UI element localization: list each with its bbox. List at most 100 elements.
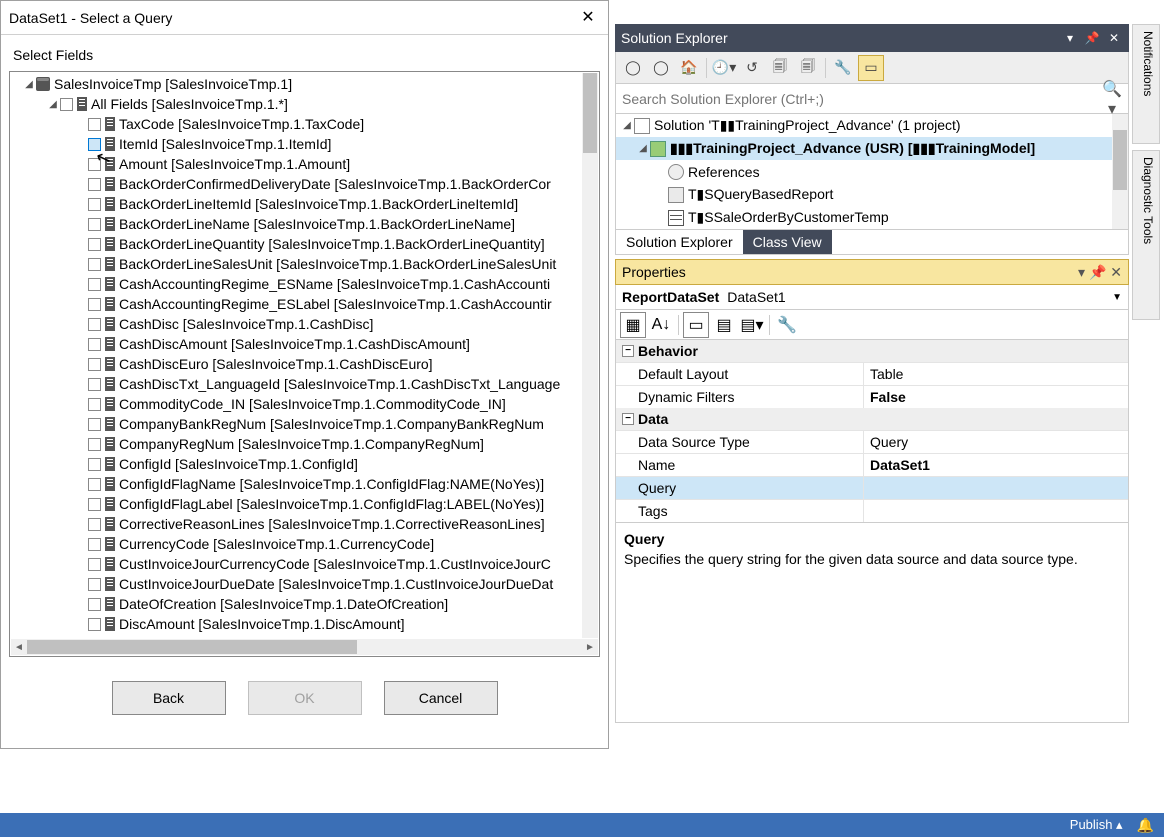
- field-checkbox[interactable]: [88, 398, 101, 411]
- solution-explorer-search[interactable]: 🔍▾: [615, 84, 1129, 114]
- props-pin-icon[interactable]: 📌: [1089, 264, 1106, 280]
- field-label[interactable]: CommodityCode_IN [SalesInvoiceTmp.1.Comm…: [119, 396, 506, 412]
- field-checkbox[interactable]: [88, 358, 101, 371]
- field-label[interactable]: CorrectiveReasonLines [SalesInvoiceTmp.1…: [119, 516, 545, 532]
- nav-forward-button[interactable]: ◯: [648, 55, 674, 81]
- side-tab-notifications[interactable]: Notifications: [1132, 24, 1160, 144]
- categorized-button[interactable]: ▦: [620, 312, 646, 338]
- field-checkbox[interactable]: [88, 478, 101, 491]
- notifications-icon[interactable]: 🔔: [1137, 817, 1154, 834]
- field-label[interactable]: BackOrderLineName [SalesInvoiceTmp.1.Bac…: [119, 216, 515, 232]
- field-checkbox[interactable]: [88, 218, 101, 231]
- expand-icon[interactable]: ◢: [22, 79, 36, 90]
- field-label[interactable]: BackOrderConfirmedDeliveryDate [SalesInv…: [119, 176, 551, 192]
- publish-button[interactable]: Publish ▴: [1070, 817, 1123, 833]
- refresh-dropdown-button[interactable]: 🕘▾: [711, 55, 737, 81]
- field-label[interactable]: CashDiscEuro [SalesInvoiceTmp.1.CashDisc…: [119, 356, 433, 372]
- field-label[interactable]: TaxCode [SalesInvoiceTmp.1.TaxCode]: [119, 116, 364, 132]
- panel-pin-icon[interactable]: 📌: [1083, 29, 1101, 47]
- field-checkbox[interactable]: [88, 378, 101, 391]
- field-checkbox[interactable]: [88, 618, 101, 631]
- solution-node[interactable]: ◢ Solution 'T▮▮TrainingProject_Advance' …: [616, 114, 1128, 137]
- report-node[interactable]: T▮SQueryBasedReport: [616, 183, 1128, 206]
- prop-dynamic-filters[interactable]: Dynamic FiltersFalse: [616, 385, 1128, 408]
- field-checkbox[interactable]: [88, 278, 101, 291]
- field-label[interactable]: CompanyBankRegNum [SalesInvoiceTmp.1.Com…: [119, 416, 544, 432]
- home-button[interactable]: 🏠: [676, 55, 702, 81]
- field-label[interactable]: ConfigIdFlagName [SalesInvoiceTmp.1.Conf…: [119, 476, 544, 492]
- panel-close-icon[interactable]: ✕: [1105, 29, 1123, 47]
- field-label[interactable]: ItemId [SalesInvoiceTmp.1.ItemId]: [119, 136, 331, 152]
- properties-button[interactable]: 🔧: [830, 55, 856, 81]
- all-fields-checkbox[interactable]: [60, 98, 73, 111]
- prop-name[interactable]: NameDataSet1: [616, 453, 1128, 476]
- prop-tags[interactable]: Tags: [616, 499, 1128, 522]
- field-label[interactable]: CashDiscTxt_LanguageId [SalesInvoiceTmp.…: [119, 376, 560, 392]
- cancel-button[interactable]: Cancel: [384, 681, 498, 715]
- field-checkbox[interactable]: [88, 578, 101, 591]
- field-checkbox[interactable]: [88, 338, 101, 351]
- field-checkbox[interactable]: [88, 158, 101, 171]
- tree-horizontal-scrollbar[interactable]: ◄►: [11, 639, 598, 655]
- tree-root-label[interactable]: SalesInvoiceTmp [SalesInvoiceTmp.1]: [54, 76, 292, 92]
- field-label[interactable]: CashDiscAmount [SalesInvoiceTmp.1.CashDi…: [119, 336, 470, 352]
- back-button[interactable]: Back: [112, 681, 226, 715]
- field-label[interactable]: CompanyRegNum [SalesInvoiceTmp.1.Company…: [119, 436, 484, 452]
- preview-button[interactable]: ▭: [858, 55, 884, 81]
- tab-solution-explorer[interactable]: Solution Explorer: [616, 230, 743, 254]
- prop-data-source-type[interactable]: Data Source TypeQuery: [616, 430, 1128, 453]
- sync-button[interactable]: ↺: [739, 55, 765, 81]
- collapse-button[interactable]: 🗐: [767, 55, 793, 81]
- dialog-close-button[interactable]: ✕: [568, 1, 608, 35]
- field-checkbox[interactable]: [88, 298, 101, 311]
- field-label[interactable]: BackOrderLineItemId [SalesInvoiceTmp.1.B…: [119, 196, 518, 212]
- field-label[interactable]: CustInvoiceJourCurrencyCode [SalesInvoic…: [119, 556, 551, 572]
- field-label[interactable]: CashDisc [SalesInvoiceTmp.1.CashDisc]: [119, 316, 373, 332]
- nav-back-button[interactable]: ◯: [620, 55, 646, 81]
- solution-tree-scrollbar[interactable]: [1112, 114, 1128, 229]
- panel-dropdown-icon[interactable]: ▾: [1061, 29, 1079, 47]
- field-checkbox[interactable]: [88, 598, 101, 611]
- field-label[interactable]: ConfigIdFlagLabel [SalesInvoiceTmp.1.Con…: [119, 496, 544, 512]
- props-dropdown-icon[interactable]: ▾: [1078, 264, 1085, 280]
- expand-icon[interactable]: ◢: [46, 99, 60, 110]
- field-checkbox[interactable]: [88, 538, 101, 551]
- tree-vertical-scrollbar[interactable]: [582, 73, 598, 638]
- field-checkbox[interactable]: [88, 138, 101, 151]
- field-label[interactable]: CashAccountingRegime_ESName [SalesInvoic…: [119, 276, 550, 292]
- field-checkbox[interactable]: [88, 498, 101, 511]
- side-tab-diagnostic-tools[interactable]: Diagnostic Tools: [1132, 150, 1160, 320]
- category-data[interactable]: −Data: [616, 408, 1128, 430]
- field-checkbox[interactable]: [88, 178, 101, 191]
- field-checkbox[interactable]: [88, 198, 101, 211]
- field-label[interactable]: BackOrderLineQuantity [SalesInvoiceTmp.1…: [119, 236, 545, 252]
- field-label[interactable]: ConfigId [SalesInvoiceTmp.1.ConfigId]: [119, 456, 358, 472]
- references-node[interactable]: References: [616, 160, 1128, 183]
- category-behavior[interactable]: −Behavior: [616, 340, 1128, 362]
- prop-sort-button[interactable]: ▤▾: [739, 312, 765, 338]
- field-checkbox[interactable]: [88, 318, 101, 331]
- field-checkbox[interactable]: [88, 418, 101, 431]
- field-checkbox[interactable]: [88, 518, 101, 531]
- field-label[interactable]: DiscAmount [SalesInvoiceTmp.1.DiscAmount…: [119, 616, 405, 632]
- field-label[interactable]: BackOrderLineSalesUnit [SalesInvoiceTmp.…: [119, 256, 556, 272]
- field-label[interactable]: DateOfCreation [SalesInvoiceTmp.1.DateOf…: [119, 596, 448, 612]
- search-icon[interactable]: 🔍▾: [1102, 79, 1122, 119]
- ok-button[interactable]: OK: [248, 681, 362, 715]
- prop-pages-button[interactable]: ▭: [683, 312, 709, 338]
- field-checkbox[interactable]: [88, 558, 101, 571]
- all-fields-label[interactable]: All Fields [SalesInvoiceTmp.1.*]: [91, 96, 288, 112]
- field-checkbox[interactable]: [88, 238, 101, 251]
- prop-query[interactable]: Query: [616, 476, 1128, 499]
- prop-events-button[interactable]: ▤: [711, 312, 737, 338]
- prop-wrench-button[interactable]: 🔧: [774, 312, 800, 338]
- tab-class-view[interactable]: Class View: [743, 230, 832, 254]
- props-close-icon[interactable]: ✕: [1110, 264, 1122, 280]
- search-input[interactable]: [622, 91, 1102, 107]
- alphabetical-button[interactable]: A↓: [648, 312, 674, 338]
- field-label[interactable]: CashAccountingRegime_ESLabel [SalesInvoi…: [119, 296, 552, 312]
- field-checkbox[interactable]: [88, 118, 101, 131]
- table-node-1[interactable]: T▮SSaleOrderByCustomerTemp: [616, 206, 1128, 229]
- field-label[interactable]: Amount [SalesInvoiceTmp.1.Amount]: [119, 156, 350, 172]
- project-node[interactable]: ◢ ▮▮▮TrainingProject_Advance (USR) [▮▮▮T…: [616, 137, 1128, 160]
